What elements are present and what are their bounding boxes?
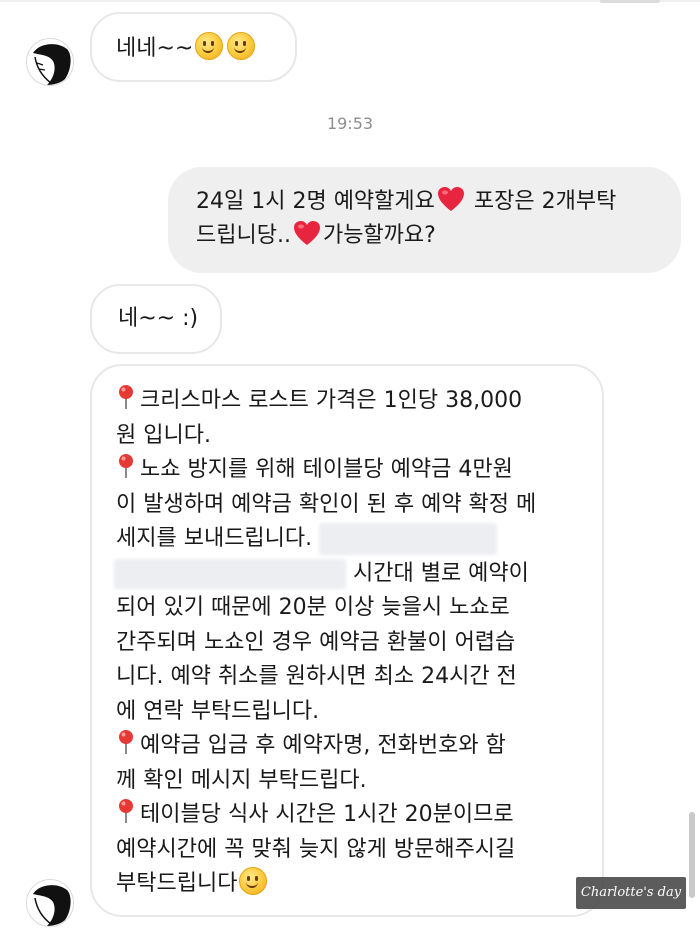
avatar-icon[interactable] (26, 38, 74, 86)
message-text: 네~~ :) (118, 306, 199, 331)
smiling-face-icon (239, 867, 268, 895)
message-line: 크리스마스 로스트 가격은 1인당 38,000 (116, 384, 602, 419)
message-line: 예약시간에 꼭 맞춰 늦지 않게 방문해주시길 (116, 836, 516, 862)
message-line: 드립니당.. 가능할까요? (196, 219, 681, 253)
message-text: 시간대 별로 예약이 (353, 560, 529, 586)
red-heart-icon (293, 221, 320, 245)
message-text: 부탁드립니다 (116, 871, 238, 896)
message-line: 부탁드립니다 (116, 867, 602, 902)
message-text: 세지를 보내드립니다. (116, 526, 313, 551)
smiling-face-icon (195, 32, 224, 60)
watermark-text: Charlotte's day :) (576, 877, 686, 932)
message-line: 세지를 보내드립니다. (116, 522, 602, 557)
message-line: 께 확인 메시지 부탁드립다. (116, 767, 367, 793)
message-text: 예약금 입금 후 예약자명, 전화번호와 함 (140, 733, 506, 758)
redacted-text (319, 523, 498, 555)
round-pushpin-icon (119, 385, 133, 409)
message-line: 예약금 입금 후 예약자명, 전화번호와 함 (116, 729, 602, 764)
message-line: 에 연락 부탁드립니다. (116, 698, 320, 724)
message-text: 드립니당.. (196, 223, 291, 248)
message-text: 24일 1시 2명 예약할게요 (196, 189, 435, 214)
red-heart-icon (437, 187, 464, 211)
avatar-icon[interactable] (26, 879, 74, 927)
incoming-message-bubble[interactable]: 네네~~ (90, 12, 297, 82)
message-line: 니다. 예약 취소를 원하시면 최소 24시간 전 (116, 664, 517, 689)
top-edge-marker (600, 0, 660, 3)
smiling-face-icon (227, 32, 256, 60)
message-text: 테이블당 식사 시간은 1시간 20분이므로 (140, 802, 514, 827)
message-line: 원 입니다. (116, 422, 211, 448)
message-text: 포장은 2개부탁 (466, 189, 617, 214)
outgoing-message-bubble[interactable]: 24일 1시 2명 예약할게요 포장은 2개부탁 드립니당.. 가능할까요? (168, 167, 681, 273)
message-line: 24일 1시 2명 예약할게요 포장은 2개부탁 (196, 185, 681, 219)
message-text: 가능할까요? (322, 223, 436, 248)
scrollbar-thumb[interactable] (689, 812, 695, 898)
avatar-illustration (27, 39, 73, 85)
message-line: 간주되며 노쇼인 경우 예약금 환불이 어렵습 (116, 629, 516, 655)
message-text: 노쇼 방지를 위해 테이블당 예약금 4만원 (140, 457, 513, 482)
message-line: 이 발생하며 예약금 확인이 된 후 예약 확정 메 (116, 491, 537, 517)
message-timestamp: 19:53 (326, 114, 374, 133)
round-pushpin-icon (119, 799, 133, 823)
top-divider (0, 0, 700, 2)
avatar-illustration (27, 880, 73, 926)
message-text: 크리스마스 로스트 가격은 1인당 38,000 (140, 388, 523, 413)
redacted-text (114, 558, 346, 589)
message-line: 시간대 별로 예약이 (114, 557, 602, 592)
message-line: 되어 있기 때문에 20분 이상 늦을시 노쇼로 (116, 595, 510, 620)
message-line: 테이블당 식사 시간은 1시간 20분이므로 (116, 798, 602, 833)
incoming-message-bubble-long[interactable]: 크리스마스 로스트 가격은 1인당 38,000 원 입니다. 노쇼 방지를 위… (90, 364, 604, 917)
incoming-message-bubble[interactable]: 네~~ :) (90, 284, 222, 354)
round-pushpin-icon (119, 730, 133, 754)
round-pushpin-icon (119, 454, 133, 478)
message-text: 네네~~ (116, 36, 194, 61)
message-line: 노쇼 방지를 위해 테이블당 예약금 4만원 (116, 453, 602, 488)
